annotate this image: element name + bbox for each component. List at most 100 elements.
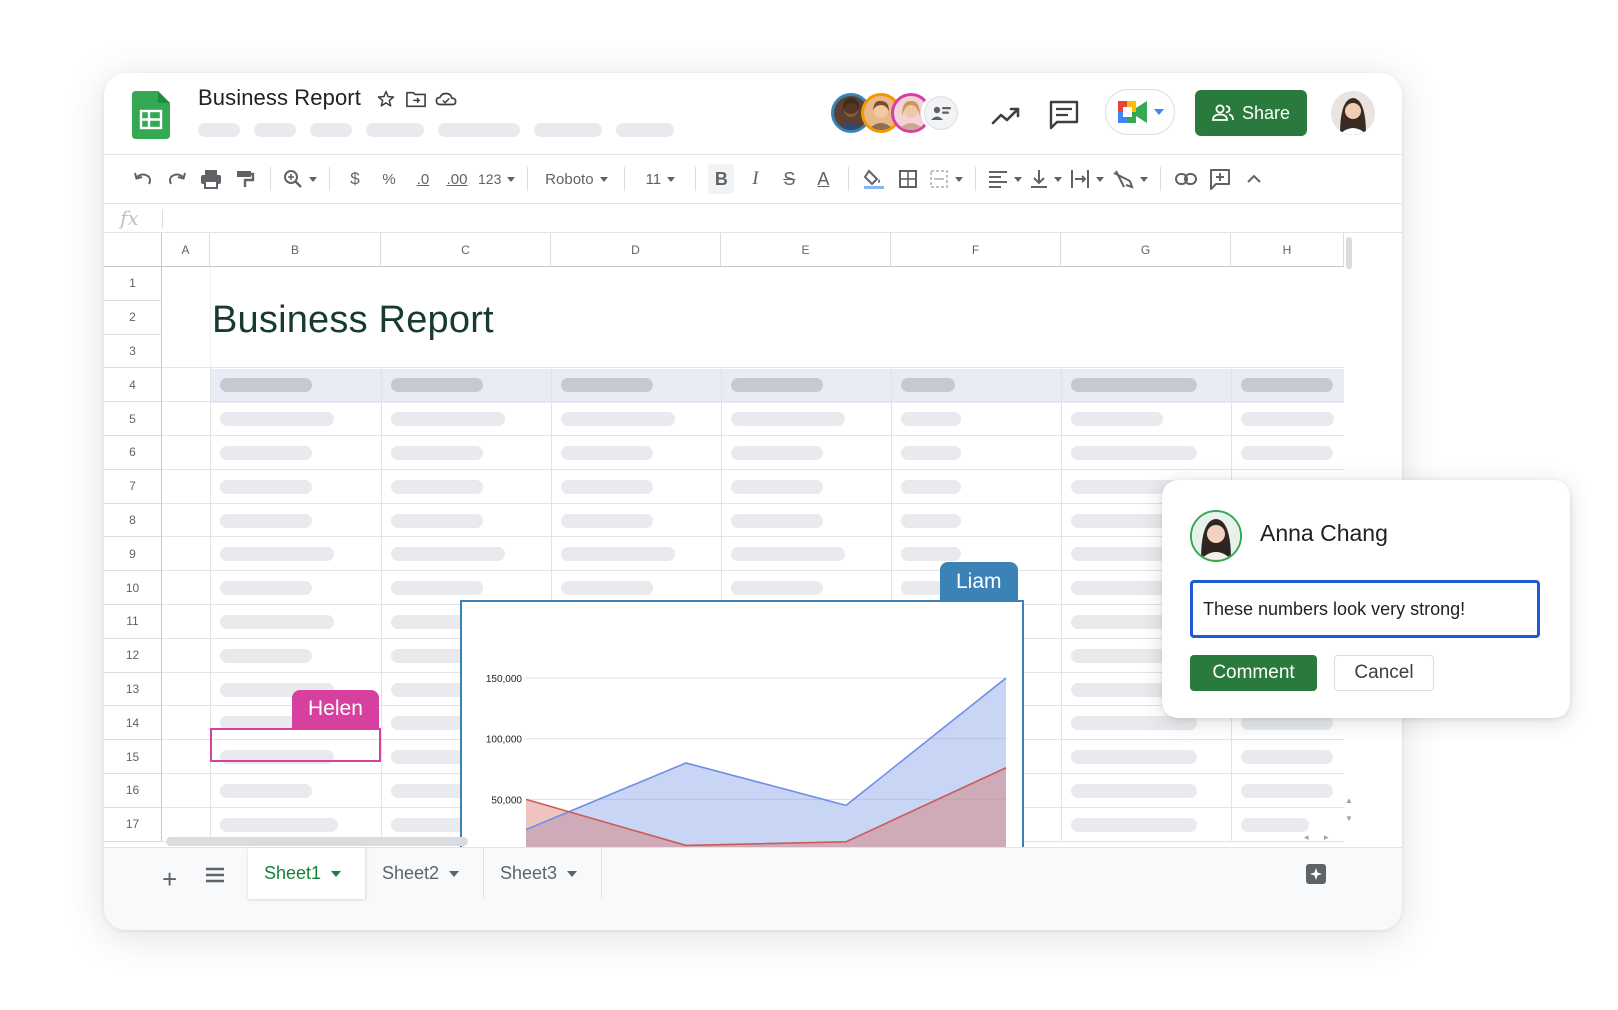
cloud-status-icon[interactable] — [434, 87, 458, 111]
explore-icon[interactable] — [1304, 862, 1328, 886]
sheet-title-cell[interactable]: Business Report — [212, 299, 494, 342]
more-collaborators-icon[interactable] — [921, 93, 961, 133]
column-header[interactable]: E — [721, 233, 891, 267]
cell-placeholder — [731, 581, 823, 596]
italic-button[interactable]: I — [742, 164, 768, 194]
redo-icon[interactable] — [164, 164, 190, 194]
insert-comment-icon[interactable] — [1207, 164, 1233, 194]
comment-cancel-button[interactable]: Cancel — [1334, 655, 1434, 691]
row-header[interactable]: 7 — [104, 469, 162, 504]
scroll-up-icon[interactable]: ▲ — [1345, 796, 1353, 805]
font-family-dropdown[interactable]: Roboto — [540, 164, 612, 194]
row-header[interactable]: 13 — [104, 672, 162, 707]
insert-link-icon[interactable] — [1173, 164, 1199, 194]
comment-submit-button[interactable]: Comment — [1190, 655, 1317, 691]
formula-bar: fx — [104, 203, 1402, 233]
cell-placeholder — [731, 446, 823, 460]
cell-placeholder — [391, 581, 483, 596]
move-folder-icon[interactable] — [404, 87, 428, 111]
row-header[interactable]: 8 — [104, 503, 162, 538]
row-header[interactable]: 1 — [104, 267, 162, 301]
document-title[interactable]: Business Report — [198, 85, 361, 111]
currency-format-button[interactable]: $ — [342, 164, 368, 194]
column-header[interactable]: B — [210, 233, 381, 267]
row-header[interactable]: 14 — [104, 706, 162, 741]
fill-color-icon[interactable] — [861, 164, 887, 194]
increase-decimal-button[interactable]: .00 — [444, 164, 470, 194]
account-avatar[interactable] — [1331, 91, 1375, 135]
sheets-logo-icon[interactable] — [132, 91, 170, 139]
scroll-left-icon[interactable]: ◂ — [1304, 832, 1309, 843]
column-header[interactable]: A — [162, 233, 210, 267]
cell-placeholder — [391, 378, 483, 393]
horizontal-scrollbar[interactable] — [166, 837, 468, 846]
merge-cells-icon[interactable] — [929, 164, 963, 194]
row-header[interactable]: 9 — [104, 537, 162, 572]
row-header[interactable]: 3 — [104, 334, 162, 369]
menu-placeholder[interactable] — [366, 123, 424, 137]
comment-input[interactable]: These numbers look very strong! — [1190, 580, 1540, 638]
row-header[interactable]: 2 — [104, 300, 162, 335]
cell-placeholder — [731, 479, 823, 494]
borders-icon[interactable] — [895, 164, 921, 194]
collapse-toolbar-icon[interactable] — [1241, 164, 1267, 194]
column-header[interactable]: F — [891, 233, 1061, 267]
row-header[interactable]: 11 — [104, 605, 162, 639]
menu-placeholder[interactable] — [254, 123, 296, 137]
comments-icon[interactable] — [1046, 97, 1082, 133]
strikethrough-button[interactable]: S — [776, 164, 802, 194]
share-button[interactable]: Share — [1195, 90, 1307, 136]
formula-input[interactable] — [174, 209, 1374, 229]
bold-button[interactable]: B — [708, 164, 735, 194]
fx-label: fx — [120, 206, 139, 230]
scroll-down-icon[interactable]: ▼ — [1345, 814, 1353, 823]
scroll-thumb[interactable] — [1346, 237, 1352, 269]
meet-button[interactable] — [1105, 89, 1175, 135]
vertical-align-icon[interactable] — [1030, 164, 1062, 194]
paint-format-icon[interactable] — [232, 164, 258, 194]
column-header[interactable]: G — [1061, 233, 1231, 267]
chevron-down-icon — [1154, 109, 1164, 115]
text-rotation-icon[interactable] — [1112, 164, 1148, 194]
activity-trend-icon[interactable] — [988, 97, 1024, 133]
decrease-decimal-button[interactable]: .0 — [410, 164, 436, 194]
column-header[interactable]: C — [381, 233, 551, 267]
row-header[interactable]: 6 — [104, 436, 162, 470]
tab-sheet2[interactable]: Sheet2 — [366, 848, 484, 899]
row-header[interactable]: 5 — [104, 402, 162, 436]
column-header[interactable]: D — [551, 233, 721, 267]
helen-selected-cell[interactable] — [210, 728, 381, 762]
cell-placeholder — [561, 446, 653, 460]
undo-icon[interactable] — [130, 164, 156, 194]
menu-placeholder[interactable] — [616, 123, 674, 137]
text-wrap-icon[interactable] — [1070, 164, 1104, 194]
menu-placeholder[interactable] — [198, 123, 240, 137]
row-header[interactable]: 4 — [104, 368, 162, 403]
number-format-dropdown[interactable]: 123 — [478, 164, 515, 194]
menu-placeholder[interactable] — [438, 123, 520, 137]
select-all-corner[interactable] — [104, 233, 162, 267]
row-header[interactable]: 15 — [104, 740, 162, 774]
percent-format-button[interactable]: % — [376, 164, 402, 194]
all-sheets-icon[interactable] — [202, 862, 228, 888]
tab-sheet1[interactable]: Sheet1 — [248, 848, 366, 899]
star-icon[interactable] — [374, 87, 398, 111]
scroll-right-icon[interactable]: ▸ — [1324, 832, 1329, 843]
row-header[interactable]: 10 — [104, 571, 162, 605]
text-color-button[interactable]: A — [810, 164, 836, 194]
menu-placeholder[interactable] — [310, 123, 352, 137]
column-header[interactable]: H — [1231, 233, 1344, 267]
zoom-dropdown[interactable] — [283, 164, 317, 194]
add-sheet-icon[interactable]: + — [162, 864, 177, 895]
print-icon[interactable] — [198, 164, 224, 194]
row-header[interactable]: 17 — [104, 807, 162, 842]
horizontal-align-icon[interactable] — [988, 164, 1022, 194]
font-size-dropdown[interactable]: 11 — [637, 164, 683, 194]
cell-placeholder — [1071, 412, 1163, 427]
spreadsheet-grid[interactable]: A B C D E F G H 1 2 3 4 5 6 7 8 9 10 11 12 13 14 15 16 17 Busines… — [104, 233, 1344, 920]
menu-placeholder[interactable] — [534, 123, 602, 137]
tab-sheet3[interactable]: Sheet3 — [484, 848, 602, 899]
sheet-tab-bar: + Sheet1 Sheet2 Sheet3 — [104, 847, 1402, 930]
row-header[interactable]: 16 — [104, 774, 162, 808]
row-header[interactable]: 12 — [104, 638, 162, 673]
